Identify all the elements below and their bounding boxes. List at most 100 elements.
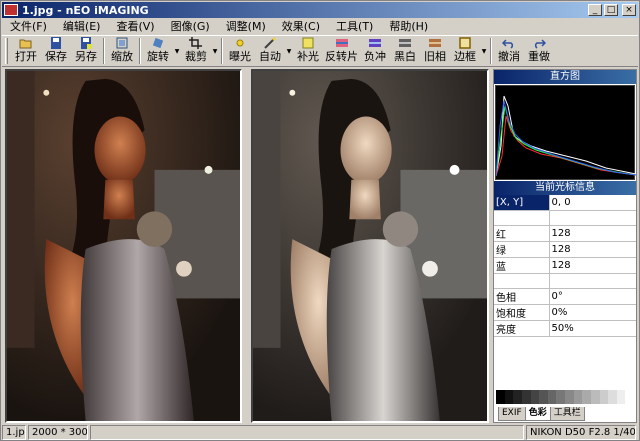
minimize-button[interactable]: _ [588, 4, 602, 16]
info-key: [X, Y] [494, 195, 550, 211]
menu-edit[interactable]: 编辑(E) [55, 18, 109, 34]
exposure-button[interactable]: 曝光 [225, 36, 255, 66]
menu-tools[interactable]: 工具(T) [328, 18, 381, 34]
auto-button[interactable]: 自动 [255, 36, 285, 66]
menu-effects[interactable]: 效果(C) [274, 18, 328, 34]
close-button[interactable]: × [622, 4, 636, 16]
original-image-panel[interactable] [5, 69, 242, 423]
toolbar: 打开 保存 另存 缩放 旋转 ▼ 裁剪 ▼ 曝光 自动 ▼ 补光 反转片 负冲 … [2, 35, 638, 67]
info-value [549, 210, 636, 226]
menu-adjust[interactable]: 调整(M) [218, 18, 274, 34]
info-value: 0, 0 [549, 195, 636, 211]
tab-exif[interactable]: EXIF [498, 407, 526, 421]
disk-icon [51, 37, 61, 49]
negative-label: 反转片 [325, 50, 358, 63]
app-window: 1.jpg - nEO iMAGING _ □ × 文件(F) 编辑(E) 查看… [0, 0, 640, 441]
old-photo-label: 旧相 [424, 50, 446, 63]
negative-button[interactable]: 反转片 [323, 36, 360, 66]
crop-label: 裁剪 [185, 50, 207, 63]
border-label: 边框 [454, 50, 476, 63]
crop-button[interactable]: 裁剪 [181, 36, 211, 66]
menu-bar: 文件(F) 编辑(E) 查看(V) 图像(G) 调整(M) 效果(C) 工具(T… [2, 18, 638, 34]
undo-label: 撤消 [498, 50, 520, 63]
cross-process-button[interactable]: 负冲 [360, 36, 390, 66]
info-row: 饱和度 0% [494, 304, 636, 321]
old-photo-button[interactable]: 旧相 [420, 36, 450, 66]
menu-file[interactable]: 文件(F) [2, 18, 55, 34]
original-photo [7, 71, 240, 421]
info-key: 红 [494, 225, 550, 242]
border-button[interactable]: 边框 [450, 36, 480, 66]
folder-icon [19, 39, 32, 49]
fill-light-label: 补光 [297, 50, 319, 63]
save-as-button[interactable]: 另存 [71, 36, 101, 66]
info-key [494, 273, 550, 289]
info-row [494, 273, 636, 289]
frame-icon [459, 37, 471, 49]
info-value: 0° [549, 288, 636, 305]
bw-button[interactable]: 黑白 [390, 36, 420, 66]
info-value: 128 [549, 257, 636, 274]
histogram [495, 85, 637, 180]
status-spacer [90, 425, 524, 440]
info-key: 蓝 [494, 257, 550, 274]
open-button[interactable]: 打开 [11, 36, 41, 66]
grayscale-gradient [496, 390, 634, 404]
rotate-button[interactable]: 旋转 [143, 36, 173, 66]
info-key: 色相 [494, 288, 550, 305]
info-key: 亮度 [494, 320, 550, 337]
toolbar-separator [139, 38, 141, 64]
zoom-icon [116, 37, 128, 49]
crop-dropdown-arrow[interactable]: ▼ [211, 36, 219, 66]
zoom-label: 缩放 [111, 50, 133, 63]
status-exif: NIKON D50 F2.8 1/4000s [526, 425, 636, 440]
toolbar-separator [103, 38, 105, 64]
undo-button[interactable]: 撤消 [494, 36, 524, 66]
info-side-panel: 直方图 当前光标信息 [X, Y] 0, 0 红 128 绿 128 蓝 128 色相 0… [493, 69, 637, 423]
info-row: 绿 128 [494, 241, 636, 258]
rotate-label: 旋转 [147, 50, 169, 63]
menu-help[interactable]: 帮助(H) [381, 18, 436, 34]
fill-light-button[interactable]: 补光 [293, 36, 323, 66]
info-value [549, 273, 636, 289]
menu-image[interactable]: 图像(G) [163, 18, 218, 34]
info-row: 亮度 50% [494, 320, 636, 337]
toolbar-separator [221, 38, 223, 64]
crop-icon [189, 37, 202, 49]
wand-icon [264, 37, 276, 49]
zoom-button[interactable]: 缩放 [107, 36, 137, 66]
maximize-button[interactable]: □ [604, 4, 618, 16]
auto-label: 自动 [259, 50, 281, 63]
redo-label: 重做 [528, 50, 550, 63]
app-icon[interactable] [4, 4, 18, 16]
toolbar-grip[interactable] [5, 38, 8, 64]
save-as-icon [81, 37, 92, 49]
info-key: 绿 [494, 241, 550, 258]
auto-dropdown-arrow[interactable]: ▼ [285, 36, 293, 66]
info-value: 50% [549, 320, 636, 337]
tab-toolbar[interactable]: 工具栏 [549, 407, 585, 421]
redo-icon [534, 39, 546, 49]
save-as-label: 另存 [75, 50, 97, 63]
border-dropdown-arrow[interactable]: ▼ [480, 36, 488, 66]
info-row: 红 128 [494, 225, 636, 242]
menu-view[interactable]: 查看(V) [108, 18, 162, 34]
info-value: 0% [549, 304, 636, 321]
title-bar[interactable]: 1.jpg - nEO iMAGING _ □ × [2, 2, 638, 18]
rotate-icon [152, 37, 164, 49]
info-row: 色相 0° [494, 288, 636, 305]
info-row: 蓝 128 [494, 257, 636, 274]
rotate-dropdown-arrow[interactable]: ▼ [173, 36, 181, 66]
save-button[interactable]: 保存 [41, 36, 71, 66]
cursor-info-table: [X, Y] 0, 0 红 128 绿 128 蓝 128 色相 0° 饱和度 0% 亮度 5… [494, 195, 636, 337]
status-filename: 1.jpg [2, 425, 26, 440]
info-row [494, 210, 636, 226]
sun-icon [236, 39, 244, 47]
histogram-header: 直方图 [494, 70, 636, 84]
redo-button[interactable]: 重做 [524, 36, 554, 66]
old-photo-icon [429, 39, 441, 47]
window-title: 1.jpg - nEO iMAGING [22, 3, 149, 17]
bw-icon [399, 39, 411, 47]
processed-image-panel[interactable] [251, 69, 489, 423]
tab-color[interactable]: 色彩 [524, 407, 551, 421]
